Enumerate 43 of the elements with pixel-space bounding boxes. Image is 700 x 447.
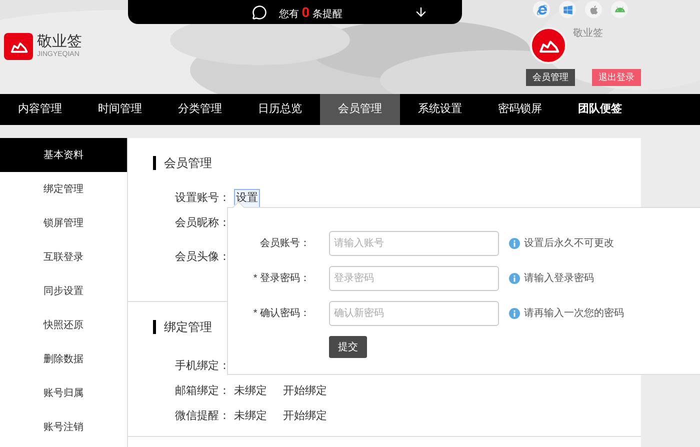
info-icon: [509, 238, 520, 249]
nav-tab[interactable]: 日历总览: [240, 94, 320, 125]
heading-bar: [153, 320, 156, 334]
chat-icon[interactable]: [252, 4, 267, 20]
section-title: 会员管理: [164, 155, 212, 172]
field-label: 会员昵称：: [175, 216, 230, 232]
info-icon: [509, 308, 520, 319]
account-button[interactable]: 会员管理: [526, 69, 575, 86]
field-label: 设置账号：: [175, 191, 230, 206]
form-label: * 登录密码：: [252, 272, 310, 286]
nav-tab[interactable]: 团队便签: [560, 94, 640, 125]
field-label: 手机绑定：: [175, 358, 230, 374]
nav-tab[interactable]: 会员管理: [320, 94, 400, 125]
text-field[interactable]: 请输入账号: [329, 231, 499, 256]
text-field[interactable]: 确认新密码: [329, 301, 499, 326]
nav-tab[interactable]: 内容管理: [0, 94, 80, 125]
field-value: 未绑定: [234, 408, 267, 424]
bind-link[interactable]: 开始绑定: [283, 408, 327, 425]
nav-tab[interactable]: 分类管理: [160, 94, 240, 125]
info-icon: [509, 273, 520, 284]
notification-text: 您有 0 条提醒: [279, 2, 342, 22]
user-name: 敬业签: [573, 26, 603, 41]
section-title: 绑定管理: [164, 319, 212, 336]
brand-name: 敬业签: [37, 34, 82, 50]
nav-tab[interactable]: 时间管理: [80, 94, 160, 125]
nav-tab[interactable]: 系统设置: [400, 94, 480, 125]
submit-button[interactable]: 提交: [329, 336, 367, 358]
set-link[interactable]: 设置: [234, 189, 260, 208]
hint-text: 设置后永久不可更改: [524, 236, 614, 251]
hint-text: 请输入登录密码: [524, 272, 594, 286]
field-label: 邮箱绑定：: [175, 384, 230, 400]
field-label: 微信提醒：: [175, 409, 230, 424]
arrow-down-icon[interactable]: [414, 5, 428, 19]
field-value: 未绑定: [234, 384, 267, 400]
text-field[interactable]: 登录密码: [329, 266, 499, 291]
hint-text: 请再输入一次您的密码: [524, 306, 624, 321]
heading-bar: [153, 156, 156, 170]
nav-tab[interactable]: 密码锁屏: [480, 94, 560, 125]
field-label: 会员头像：: [175, 250, 230, 265]
sidebar-item[interactable]: 基本资料: [0, 138, 127, 172]
form-label: 会员账号：: [259, 236, 310, 251]
form-label: * 确认密码：: [252, 306, 310, 321]
bind-link[interactable]: 开始绑定: [283, 383, 327, 400]
